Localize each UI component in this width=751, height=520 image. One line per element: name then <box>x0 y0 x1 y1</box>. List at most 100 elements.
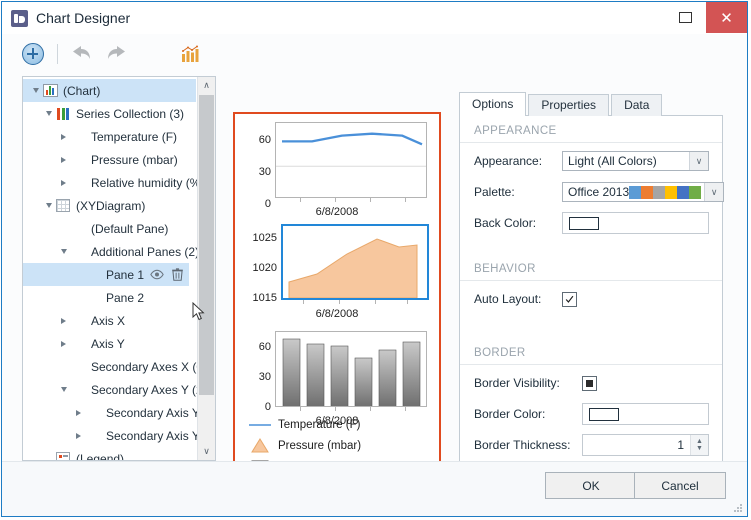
spinner-up-icon[interactable]: ▲ <box>696 438 703 445</box>
dialog-footer: OK Cancel <box>2 461 747 516</box>
tree-item-label: Secondary Axes X (0) <box>91 360 207 374</box>
border-thickness-spinner[interactable]: 1 ▲ ▼ <box>582 434 709 456</box>
cancel-button[interactable]: Cancel <box>634 472 726 499</box>
tree-item-label: (Chart) <box>63 84 100 98</box>
chart-element-tree[interactable]: (Chart) Series Collection (3) Temperatur… <box>22 76 216 461</box>
field-border-visibility: Border Visibility: <box>460 370 722 396</box>
expander-right-icon[interactable] <box>72 410 85 416</box>
back-color-swatch <box>569 217 599 230</box>
legend-line-marker <box>247 417 273 433</box>
tree-item-secondary-axes-y[interactable]: Secondary Axes Y (2) <box>23 378 196 401</box>
scrollbar-thumb[interactable] <box>199 95 214 395</box>
plot-area-humidity <box>275 331 427 407</box>
ok-button[interactable]: OK <box>545 472 637 499</box>
border-thickness-value: 1 <box>583 438 690 452</box>
tree-item-label: Axis X <box>91 314 125 328</box>
auto-layout-label: Auto Layout: <box>474 292 562 306</box>
expander-right-icon[interactable] <box>57 341 70 347</box>
tree-item-series-collection[interactable]: Series Collection (3) <box>23 102 196 125</box>
legend-label: Temperature (F) <box>278 419 360 431</box>
expander-right-icon[interactable] <box>57 157 70 163</box>
dialog-content: (Chart) Series Collection (3) Temperatur… <box>2 34 747 516</box>
border-color-picker[interactable] <box>582 403 709 425</box>
chevron-down-icon[interactable]: ∨ <box>704 183 723 201</box>
tree-item-temperature[interactable]: Temperature (F) <box>23 125 196 148</box>
close-icon: ✕ <box>720 9 733 27</box>
tree-item-pane-1[interactable]: Pane 1 <box>23 263 189 286</box>
undo-icon <box>71 45 93 63</box>
chart-pane-pressure[interactable]: 1025 1020 1015 6/8/2008 <box>235 224 439 329</box>
tree-item-legend[interactable]: (Legend) <box>23 447 196 461</box>
expander-right-icon[interactable] <box>72 433 85 439</box>
undo-button[interactable] <box>65 37 99 71</box>
check-icon <box>565 295 574 304</box>
field-back-color: Back Color: <box>460 210 722 236</box>
tree-list: (Chart) Series Collection (3) Temperatur… <box>23 79 196 461</box>
spinner-arrows[interactable]: ▲ ▼ <box>690 435 708 455</box>
auto-layout-checkbox[interactable] <box>562 292 577 307</box>
expander-right-icon[interactable] <box>57 180 70 186</box>
expander-down-icon[interactable] <box>57 387 70 392</box>
scroll-up-button[interactable]: ∧ <box>198 77 215 94</box>
tree-item-relative-humidity[interactable]: Relative humidity (%) <box>23 171 196 194</box>
expander-down-icon[interactable] <box>57 249 70 254</box>
redo-button[interactable] <box>99 37 133 71</box>
expander-down-icon[interactable] <box>29 88 42 93</box>
tree-item-pane-2[interactable]: Pane 2 <box>23 286 196 309</box>
expander-right-icon[interactable] <box>57 318 70 324</box>
tree-item-additional-panes[interactable]: Additional Panes (2) <box>23 240 196 263</box>
restore-icon <box>679 12 692 23</box>
chart-preview[interactable]: 60 30 0 6/8/2008 <box>233 112 441 493</box>
tab-data[interactable]: Data <box>611 94 662 116</box>
add-button[interactable] <box>16 37 50 71</box>
tree-item-label: Secondary Axis Y <box>106 429 200 443</box>
x-axis-label-temperature: 6/8/2008 <box>235 206 439 218</box>
tree-item-pressure[interactable]: Pressure (mbar) <box>23 148 196 171</box>
resize-grip[interactable] <box>732 502 742 512</box>
trash-icon[interactable] <box>172 268 183 281</box>
field-auto-layout: Auto Layout: <box>460 286 722 312</box>
tree-item-label: Secondary Axes Y (2) <box>91 383 207 397</box>
expander-down-icon[interactable] <box>42 111 55 116</box>
tree-item-xydiagram[interactable]: (XYDiagram) <box>23 194 196 217</box>
chevron-down-icon[interactable]: ∨ <box>689 152 708 170</box>
y-axis-labels-temperature: 60 30 0 <box>239 124 271 212</box>
back-color-picker[interactable] <box>562 212 709 234</box>
scroll-down-button[interactable]: ∨ <box>198 443 215 460</box>
close-button[interactable]: ✕ <box>706 2 747 33</box>
spinner-down-icon[interactable]: ▼ <box>696 445 703 452</box>
border-visibility-checkbox[interactable] <box>582 376 597 391</box>
tab-properties[interactable]: Properties <box>528 94 609 116</box>
border-color-swatch <box>589 408 619 421</box>
eye-icon[interactable] <box>150 269 164 280</box>
tree-item-chart[interactable]: (Chart) <box>23 79 196 102</box>
field-border-thickness: Border Thickness: 1 ▲ ▼ <box>460 432 722 458</box>
series-icon <box>55 107 71 121</box>
appearance-value: Light (All Colors) <box>563 154 689 168</box>
chart-wizard-button[interactable] <box>173 37 207 71</box>
tree-item-axis-y[interactable]: Axis Y <box>23 332 196 355</box>
plot-area-pressure[interactable] <box>281 224 429 300</box>
expander-right-icon[interactable] <box>57 134 70 140</box>
tree-item-label: Secondary Axis Y <box>106 406 200 420</box>
tree-scrollbar[interactable]: ∧ ∨ <box>197 77 215 460</box>
restore-button[interactable] <box>665 2 706 33</box>
palette-swatches <box>629 186 704 199</box>
tree-item-secondary-axis-y-2[interactable]: Secondary Axis Y <box>23 424 196 447</box>
expander-down-icon[interactable] <box>42 203 55 208</box>
chart-pane-temperature[interactable]: 60 30 0 6/8/2008 <box>235 114 439 224</box>
tree-item-secondary-axes-x[interactable]: Secondary Axes X (0) <box>23 355 196 378</box>
tree-item-label: (Legend) <box>76 452 124 462</box>
x-ticks-pressure <box>281 300 429 305</box>
tree-item-label: Pane 2 <box>106 291 144 305</box>
tab-options[interactable]: Options <box>459 92 526 116</box>
tree-item-secondary-axis-y-1[interactable]: Secondary Axis Y <box>23 401 196 424</box>
chart-pane-humidity[interactable]: 60 30 0 <box>235 327 439 427</box>
appearance-combo[interactable]: Light (All Colors) ∨ <box>562 151 709 171</box>
legend-item-temperature: Temperature (F) <box>247 414 427 435</box>
mouse-cursor <box>192 302 206 322</box>
toolbar-separator <box>57 44 58 64</box>
palette-combo[interactable]: Office 2013 ∨ <box>562 182 724 202</box>
tree-item-axis-x[interactable]: Axis X <box>23 309 196 332</box>
tree-item-default-pane[interactable]: (Default Pane) <box>23 217 196 240</box>
